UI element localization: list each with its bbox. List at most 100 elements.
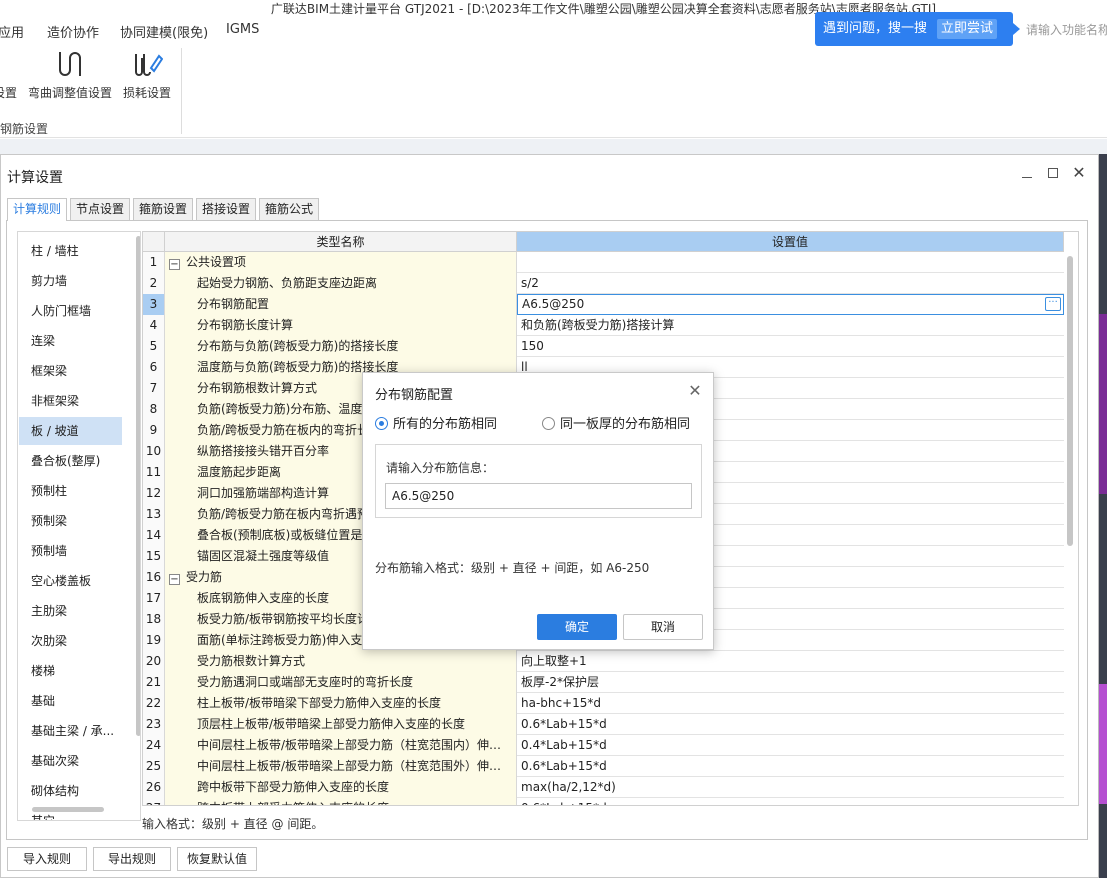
bend-adjust-button[interactable]: 弯曲调整值设置: [27, 46, 113, 104]
name-text: 分布钢筋配置: [197, 297, 270, 311]
value-cell[interactable]: 0.6*Lab+15*d: [517, 714, 1064, 735]
category-item[interactable]: 空心楼盖板: [19, 567, 122, 595]
category-item[interactable]: 基础: [19, 687, 122, 715]
category-item[interactable]: 预制梁: [19, 507, 122, 535]
value-cell[interactable]: 和负筋(跨板受力筋)搭接计算: [517, 315, 1064, 336]
row-number: 26: [143, 777, 165, 798]
collapse-icon[interactable]: −: [169, 574, 180, 585]
table-row[interactable]: 3 分布钢筋配置 A6.5@250 ···: [143, 294, 1064, 315]
table-row[interactable]: 21 受力筋遇洞口或端部无支座时的弯折长度 板厚-2*保护层: [143, 672, 1064, 693]
name-text: 温度筋起步距离: [197, 465, 282, 479]
table-row[interactable]: 1− 公共设置项: [143, 252, 1064, 273]
value-cell[interactable]: 0.4*Lab+15*d: [517, 735, 1064, 756]
table-row[interactable]: 4 分布钢筋长度计算 和负筋(跨板受力筋)搭接计算: [143, 315, 1064, 336]
category-item[interactable]: 框架梁: [19, 357, 122, 385]
name-text: 洞口加强筋端部构造计算: [197, 486, 330, 500]
rebar-input[interactable]: [385, 483, 692, 509]
tab-stirrup-settings[interactable]: 箍筋设置: [133, 198, 193, 220]
table-row[interactable]: 25 中间层柱上板带/板带暗梁上部受力筋（柱宽范围外）伸入... 0.6*Lab+1…: [143, 756, 1064, 777]
category-item[interactable]: 人防门框墙: [19, 297, 122, 325]
table-row[interactable]: 24 中间层柱上板带/板带暗梁上部受力筋（柱宽范围内）伸入... 0.4*Lab+1…: [143, 735, 1064, 756]
category-hscrollbar[interactable]: [32, 807, 104, 812]
name-text: 负筋/跨板受力筋在板内的弯折长: [197, 423, 370, 437]
function-search-input[interactable]: 请输入功能名称: [1022, 18, 1107, 42]
settings-button[interactable]: 设置: [0, 46, 20, 104]
background-canvas: [1099, 154, 1107, 878]
menu-cost-collab[interactable]: 造价协作: [47, 22, 99, 41]
category-item[interactable]: 楼梯: [19, 657, 122, 685]
table-row[interactable]: 22 柱上板带/板带暗梁下部受力筋伸入支座的长度 ha-bhc+15*d: [143, 693, 1064, 714]
ellipsis-icon[interactable]: ···: [1045, 297, 1061, 311]
category-item[interactable]: 预制墙: [19, 537, 122, 565]
loss-settings-button[interactable]: 损耗设置: [120, 46, 174, 104]
close-button[interactable]: ✕: [1070, 164, 1088, 182]
minimize-button[interactable]: [1018, 164, 1036, 182]
value-text: 向上取整+1: [521, 654, 587, 668]
name-cell: 顶层柱上板带/板带暗梁上部受力筋伸入支座的长度: [165, 714, 517, 735]
name-text: 负筋/跨板受力筋在板内弯折遇预: [197, 507, 370, 521]
category-item[interactable]: 基础次梁: [19, 747, 122, 775]
value-cell[interactable]: 150: [517, 336, 1064, 357]
table-row[interactable]: 27 跨中板带上部受力筋伸入支座的长度 0.6*Lab+15*d: [143, 798, 1064, 805]
table-row[interactable]: 2 起始受力钢筋、负筋距支座边距离 s/2: [143, 273, 1064, 294]
value-cell[interactable]: s/2: [517, 273, 1064, 294]
value-cell[interactable]: [517, 252, 1064, 273]
name-cell: 中间层柱上板带/板带暗梁上部受力筋（柱宽范围外）伸入...: [165, 756, 517, 777]
category-item[interactable]: 连梁: [19, 327, 122, 355]
value-cell[interactable]: 向上取整+1: [517, 651, 1064, 672]
group-name-cell[interactable]: − 公共设置项: [165, 252, 517, 273]
radio-same-thickness[interactable]: 同一板厚的分布筋相同: [542, 413, 690, 432]
category-scrollbar[interactable]: [136, 236, 140, 796]
name-text: 中间层柱上板带/板带暗梁上部受力筋（柱宽范围内）伸入...: [197, 738, 513, 752]
grid-scrollbar[interactable]: [1067, 254, 1073, 804]
radio-all-same[interactable]: 所有的分布筋相同: [375, 413, 497, 432]
table-row[interactable]: 26 跨中板带下部受力筋伸入支座的长度 max(ha/2,12*d): [143, 777, 1064, 798]
name-cell: 中间层柱上板带/板带暗梁上部受力筋（柱宽范围内）伸入...: [165, 735, 517, 756]
tab-lap-settings[interactable]: 搭接设置: [196, 198, 256, 220]
value-cell[interactable]: A6.5@250 ···: [517, 294, 1064, 315]
value-cell[interactable]: 板厚-2*保护层: [517, 672, 1064, 693]
menu-collab-modeling[interactable]: 协同建模(限免): [120, 22, 208, 41]
category-item[interactable]: 板 / 坡道: [19, 417, 122, 445]
category-item[interactable]: 非框架梁: [19, 387, 122, 415]
format-note: 分布筋输入格式：级别 + 直径 + 间距，如 A6-250: [375, 561, 650, 575]
menu-app[interactable]: 应用: [0, 22, 24, 41]
restore-defaults-button[interactable]: 恢复默认值: [177, 847, 257, 871]
table-row[interactable]: 5 分布筋与负筋(跨板受力筋)的搭接长度 150: [143, 336, 1064, 357]
category-item[interactable]: 预制柱: [19, 477, 122, 505]
help-tip-text: 遇到问题，搜一搜: [823, 21, 928, 36]
category-item[interactable]: 主肋梁: [19, 597, 122, 625]
category-item[interactable]: 基础主梁 / 承...: [19, 717, 122, 745]
input-group: 请输入分布筋信息：: [375, 444, 702, 518]
category-item[interactable]: 砌体结构: [19, 777, 122, 805]
tab-stirrup-formula[interactable]: 箍筋公式: [259, 198, 319, 220]
tab-node-settings[interactable]: 节点设置: [70, 198, 130, 220]
grid-header-name: 类型名称: [165, 232, 517, 252]
try-now-button[interactable]: 立即尝试: [937, 19, 997, 39]
tab-calc-rules[interactable]: 计算规则: [7, 198, 67, 221]
dialog-title: 分布钢筋配置: [375, 388, 454, 403]
category-item[interactable]: 柱 / 墙柱: [19, 237, 122, 265]
category-item[interactable]: 叠合板(整厚): [19, 447, 122, 475]
cancel-button[interactable]: 取消: [623, 614, 703, 640]
menu-igms[interactable]: IGMS: [226, 22, 259, 37]
name-text: 面筋(单标注跨板受力筋)伸入支: [197, 633, 363, 647]
table-row[interactable]: 23 顶层柱上板带/板带暗梁上部受力筋伸入支座的长度 0.6*Lab+15*d: [143, 714, 1064, 735]
import-rules-button[interactable]: 导入规则: [7, 847, 87, 871]
value-cell[interactable]: 0.6*Lab+15*d: [517, 756, 1064, 777]
name-cell: 跨中板带下部受力筋伸入支座的长度: [165, 777, 517, 798]
value-cell[interactable]: 0.6*Lab+15*d: [517, 798, 1064, 805]
collapse-icon[interactable]: −: [169, 259, 180, 270]
ok-button[interactable]: 确定: [537, 614, 617, 640]
category-item[interactable]: 剪力墙: [19, 267, 122, 295]
dialog-close-button[interactable]: ✕: [685, 381, 705, 401]
value-cell[interactable]: ha-bhc+15*d: [517, 693, 1064, 714]
name-text: 受力筋: [186, 570, 223, 584]
table-row[interactable]: 20 受力筋根数计算方式 向上取整+1: [143, 651, 1064, 672]
value-cell[interactable]: max(ha/2,12*d): [517, 777, 1064, 798]
row-number: 12: [143, 483, 165, 504]
name-text: 锚固区混凝土强度等级值: [197, 549, 330, 563]
category-item[interactable]: 次肋梁: [19, 627, 122, 655]
maximize-button[interactable]: [1044, 164, 1062, 182]
export-rules-button[interactable]: 导出规则: [93, 847, 171, 871]
